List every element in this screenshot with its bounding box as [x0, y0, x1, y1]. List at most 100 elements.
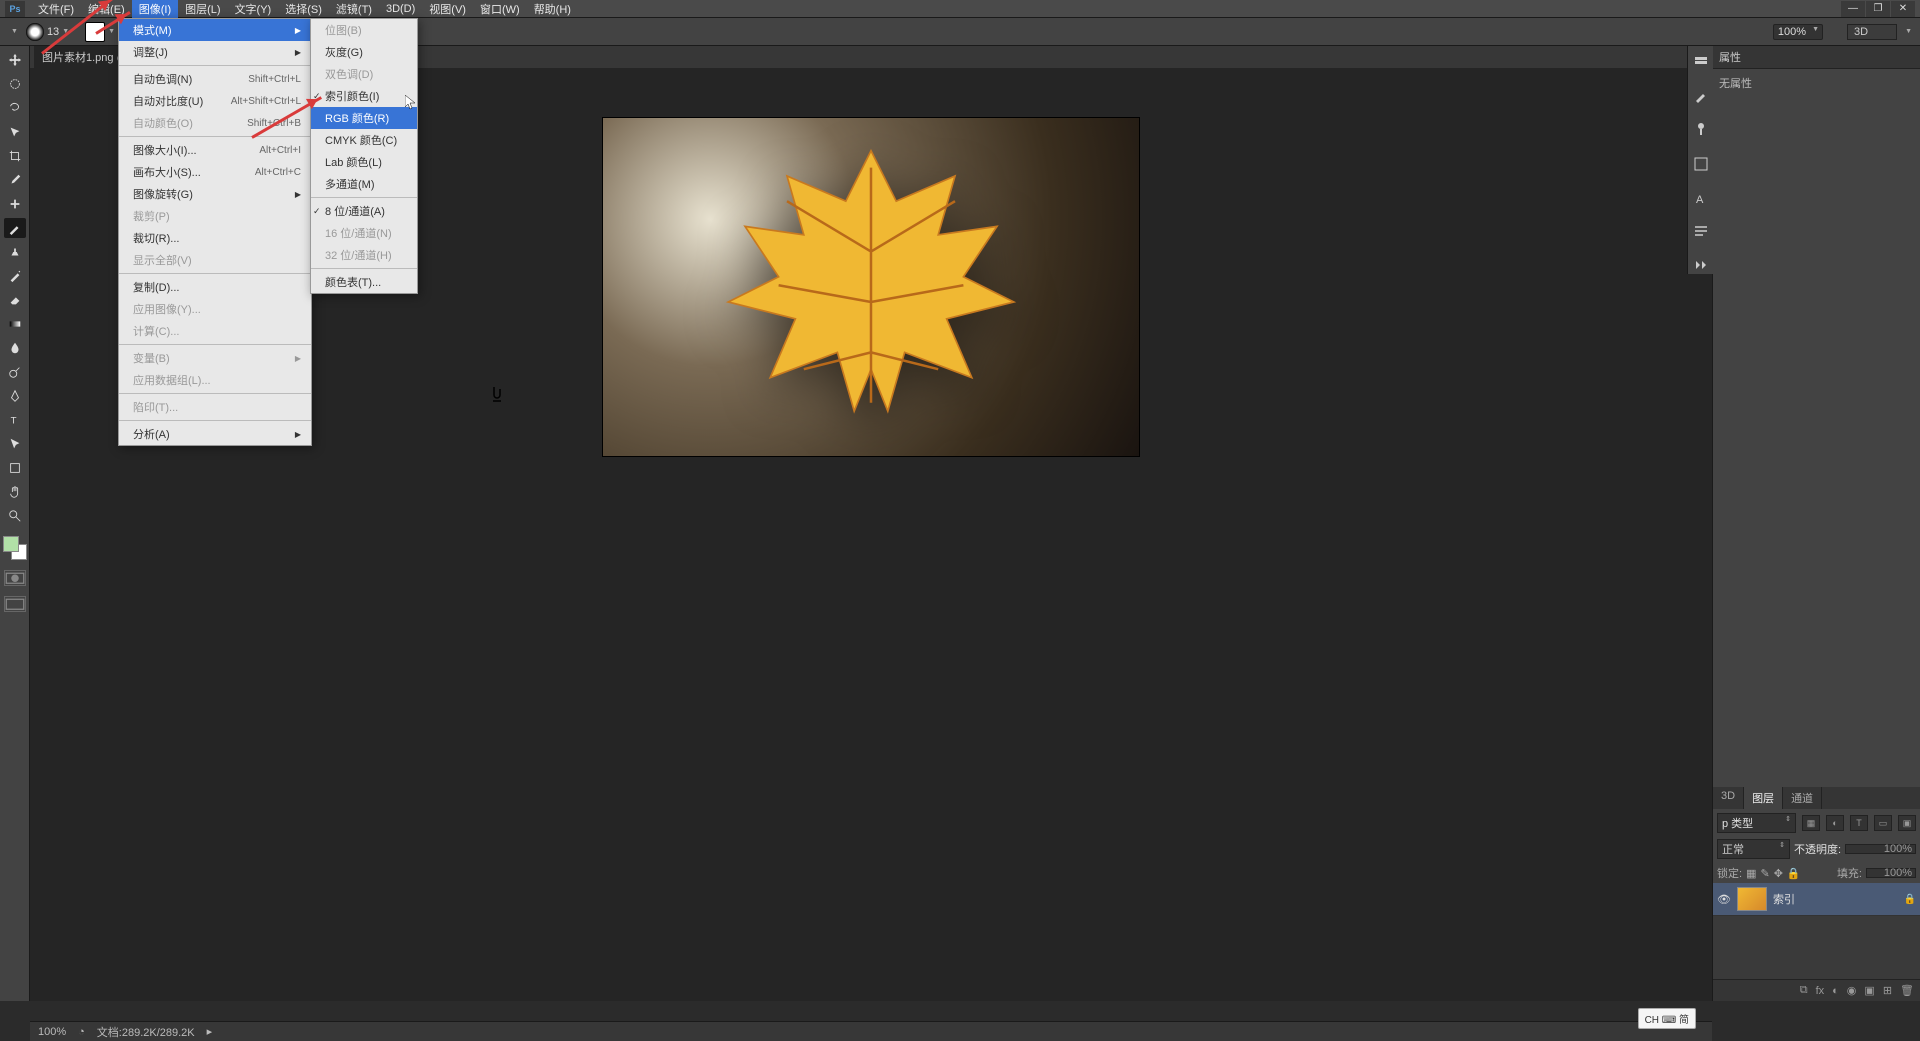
menu-item-分析(A)[interactable]: 分析(A)▶ — [119, 423, 311, 445]
brush-preset-panel-icon[interactable] — [1693, 88, 1709, 104]
layer-fx-icon[interactable]: fx — [1816, 985, 1825, 997]
zoom-value[interactable]: 100% ▼ — [1773, 24, 1823, 40]
lock-paint-icon[interactable]: ✎ — [1760, 867, 1769, 880]
mode-item-灰度(G)[interactable]: 灰度(G) — [311, 41, 417, 63]
lock-position-icon[interactable]: ✥ — [1774, 867, 1783, 880]
link-layers-icon[interactable]: ⧉ — [1800, 984, 1808, 997]
new-fill-layer-icon[interactable]: ◉ — [1847, 984, 1857, 997]
menu-help[interactable]: 帮助(H) — [527, 0, 578, 19]
menu-window[interactable]: 窗口(W) — [473, 0, 527, 19]
layer-kind-select[interactable]: p 类型⇕ — [1717, 813, 1796, 833]
type-tool-icon[interactable]: T — [4, 410, 26, 430]
panel-4-icon[interactable] — [1693, 156, 1709, 172]
menu-view[interactable]: 视图(V) — [422, 0, 473, 19]
menu-filter[interactable]: 滤镜(T) — [329, 0, 379, 19]
mode-item-颜色表(T)...[interactable]: 颜色表(T)... — [311, 271, 417, 293]
layer-mask-icon[interactable]: ◐ — [1832, 985, 1839, 997]
foreground-color-swatch[interactable] — [3, 536, 19, 552]
dodge-tool-icon[interactable] — [4, 362, 26, 382]
mode-item-8 位/通道(A)[interactable]: ✓8 位/通道(A) — [311, 200, 417, 222]
3d-mode-select[interactable]: 3D — [1847, 24, 1897, 40]
menu-file[interactable]: 文件(F) — [31, 0, 81, 19]
mode-item-索引颜色(I)[interactable]: ✓索引颜色(I) — [311, 85, 417, 107]
history-brush-tool-icon[interactable] — [4, 266, 26, 286]
menu-item-调整(J)[interactable]: 调整(J)▶ — [119, 41, 311, 63]
menu-layer[interactable]: 图层(L) — [178, 0, 227, 19]
mode-item-CMYK 颜色(C)[interactable]: CMYK 颜色(C) — [311, 129, 417, 151]
menu-item-复制(D)...[interactable]: 复制(D)... — [119, 276, 311, 298]
menu-type[interactable]: 文字(Y) — [228, 0, 279, 19]
menu-item-自动色调(N)[interactable]: 自动色调(N)Shift+Ctrl+L — [119, 68, 311, 90]
brush-panel-icon[interactable] — [1693, 122, 1709, 138]
tab-3d[interactable]: 3D — [1713, 787, 1744, 809]
screen-mode-icon[interactable] — [4, 596, 26, 612]
mode-item-多通道(M)[interactable]: 多通道(M) — [311, 173, 417, 195]
path-select-tool-icon[interactable] — [4, 434, 26, 454]
color-swatches[interactable] — [3, 536, 27, 560]
blend-mode-select[interactable]: 正常⇕ — [1717, 839, 1790, 859]
brush-tool-icon[interactable] — [4, 218, 26, 238]
quick-select-tool-icon[interactable] — [4, 122, 26, 142]
lock-all-icon[interactable]: 🔒 — [1787, 867, 1801, 880]
menu-item-画布大小(S)...[interactable]: 画布大小(S)...Alt+Ctrl+C — [119, 161, 311, 183]
status-info-icon[interactable]: ◔ — [78, 1026, 85, 1038]
move-tool-icon[interactable] — [4, 50, 26, 70]
new-layer-icon[interactable]: ⊞ — [1883, 984, 1892, 997]
pen-tool-icon[interactable] — [4, 386, 26, 406]
properties-panel-header[interactable]: 属性 — [1713, 46, 1920, 69]
fill-value[interactable]: 100% — [1866, 868, 1916, 878]
menu-item-图像旋转(G)[interactable]: 图像旋转(G)▶ — [119, 183, 311, 205]
filter-pixel-icon[interactable]: ▦ — [1802, 815, 1820, 831]
status-arrow-icon[interactable]: ▸ — [207, 1025, 213, 1038]
tool-preset-icon[interactable]: ▼ — [8, 28, 18, 35]
eyedropper-tool-icon[interactable] — [4, 170, 26, 190]
lock-transparency-icon[interactable]: ▦ — [1746, 867, 1756, 880]
gradient-tool-icon[interactable] — [4, 314, 26, 334]
layer-row-index[interactable]: 👁 索引 🔒 — [1713, 883, 1920, 916]
menu-item-裁切(R)...[interactable]: 裁切(R)... — [119, 227, 311, 249]
close-button[interactable]: ✕ — [1891, 1, 1915, 17]
status-zoom[interactable]: 100% — [38, 1026, 66, 1038]
menu-item-图像大小(I)...[interactable]: 图像大小(I)...Alt+Ctrl+I — [119, 139, 311, 161]
healing-brush-tool-icon[interactable] — [4, 194, 26, 214]
opacity-value[interactable]: 100% — [1845, 844, 1916, 854]
crop-tool-icon[interactable] — [4, 146, 26, 166]
minimize-button[interactable]: — — [1841, 1, 1865, 17]
menu-item-模式(M)[interactable]: 模式(M)▶ — [119, 19, 311, 41]
brush-preset-picker[interactable]: 13 ▼ — [26, 23, 69, 41]
filter-shape-icon[interactable]: ▭ — [1874, 815, 1892, 831]
layer-thumbnail[interactable] — [1737, 887, 1767, 911]
mode-item-Lab 颜色(L)[interactable]: Lab 颜色(L) — [311, 151, 417, 173]
filter-smart-icon[interactable]: ▣ — [1898, 815, 1916, 831]
blur-tool-icon[interactable] — [4, 338, 26, 358]
delete-layer-icon[interactable]: 🗑 — [1900, 984, 1914, 997]
shape-tool-icon[interactable] — [4, 458, 26, 478]
tab-layers[interactable]: 图层 — [1744, 787, 1783, 809]
color-swatch-option[interactable]: ▼ — [85, 22, 115, 42]
ime-badge[interactable]: CH ⌨ 简 — [1638, 1008, 1696, 1029]
menu-image[interactable]: 图像(I) — [132, 0, 178, 19]
new-group-icon[interactable]: ▣ — [1864, 984, 1874, 997]
character-panel-icon[interactable]: A — [1693, 190, 1709, 206]
hand-tool-icon[interactable] — [4, 482, 26, 502]
menu-select[interactable]: 选择(S) — [278, 0, 329, 19]
menu-item-自动对比度(U)[interactable]: 自动对比度(U)Alt+Shift+Ctrl+L — [119, 90, 311, 112]
marquee-tool-icon[interactable] — [4, 74, 26, 94]
zoom-tool-icon[interactable] — [4, 506, 26, 526]
menu-edit[interactable]: 编辑(E) — [81, 0, 132, 19]
tool-preset-panel-icon[interactable] — [1693, 258, 1709, 274]
tab-channels[interactable]: 通道 — [1783, 787, 1822, 809]
quick-mask-icon[interactable] — [4, 570, 26, 586]
eraser-tool-icon[interactable] — [4, 290, 26, 310]
mode-item-RGB 颜色(R)[interactable]: RGB 颜色(R) — [311, 107, 417, 129]
history-panel-icon[interactable] — [1693, 54, 1709, 70]
clone-stamp-tool-icon[interactable] — [4, 242, 26, 262]
3d-dropdown-icon[interactable]: ▼ — [1905, 28, 1912, 35]
layer-visibility-icon[interactable]: 👁 — [1717, 892, 1731, 906]
lasso-tool-icon[interactable] — [4, 98, 26, 118]
menu-3d[interactable]: 3D(D) — [379, 1, 422, 17]
filter-adjust-icon[interactable]: ◐ — [1826, 815, 1844, 831]
canvas[interactable] — [603, 118, 1139, 456]
maximize-button[interactable]: ❐ — [1866, 1, 1890, 17]
filter-type-icon[interactable]: T — [1850, 815, 1868, 831]
